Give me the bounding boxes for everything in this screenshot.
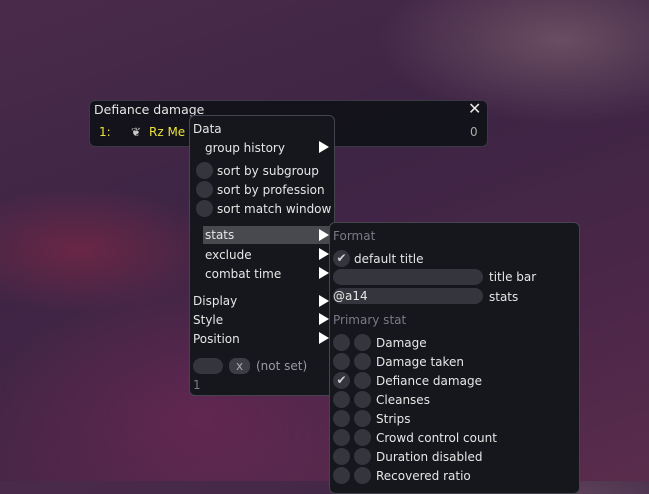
primary-stat-checkbox[interactable] [333,448,350,465]
secondary-stat-checkbox[interactable] [354,410,371,427]
stat-label: Crowd control count [376,431,497,445]
primary-stat-checkbox[interactable] [333,334,350,351]
menu-item-stats[interactable]: stats [203,226,331,244]
data-header: Data [193,122,222,136]
stat-label: Defiance damage [376,374,482,388]
stat-label: Cleanses [376,393,430,407]
key-input[interactable] [193,358,223,374]
row-rank: 1: [99,125,111,139]
primary-stat-header: Primary stat [333,313,407,327]
stat-label: Damage taken [376,355,465,369]
stat-label: Damage [376,336,427,350]
default-title-checkbox[interactable]: ✔ [333,250,350,267]
menu-item-group-history[interactable]: group history [205,140,285,156]
primary-stat-checkbox[interactable] [333,391,350,408]
default-title-label: default title [354,252,424,266]
context-menu: Data group history sort by subgroup sort… [189,115,335,396]
profession-icon: ❦ [131,125,142,139]
title-bar-input[interactable] [333,269,483,285]
secondary-stat-checkbox[interactable] [354,429,371,446]
menu-item-style[interactable]: Style [193,312,223,328]
sort-subgroup-label: sort by subgroup [217,164,319,178]
secondary-stat-checkbox[interactable] [354,467,371,484]
submenu-arrow-icon [319,229,329,241]
sort-profession-checkbox[interactable] [196,181,213,198]
format-header: Format [333,229,376,243]
index-label: 1 [193,378,201,392]
secondary-stat-checkbox[interactable] [354,334,371,351]
window-title: Defiance damage [94,102,205,117]
submenu-arrow-icon [319,332,329,344]
close-icon[interactable]: ✕ [468,101,481,117]
sort-match-window-checkbox[interactable] [196,200,213,217]
primary-stat-checkbox[interactable] [333,467,350,484]
submenu-arrow-icon [319,248,329,260]
submenu-arrow-icon [319,141,329,153]
row-value: 0 [470,125,478,139]
title-bar-label: title bar [489,270,537,284]
stats-submenu: Format ✔ default title title bar @a14 st… [329,222,580,494]
menu-item-display[interactable]: Display [193,293,237,309]
secondary-stat-checkbox[interactable] [354,448,371,465]
menu-item-position[interactable]: Position [193,331,240,347]
secondary-stat-checkbox[interactable] [354,372,371,389]
clear-button[interactable]: x [229,358,250,374]
sort-match-window-label: sort match window [217,202,332,216]
primary-stat-checkbox[interactable] [333,410,350,427]
menu-item-combat-time[interactable]: combat time [205,266,281,282]
stats-format-label: stats [489,290,519,304]
row-name[interactable]: Rz Me [149,124,185,140]
secondary-stat-checkbox[interactable] [354,353,371,370]
sort-subgroup-checkbox[interactable] [196,162,213,179]
menu-item-exclude[interactable]: exclude [205,247,252,263]
stats-format-input[interactable]: @a14 [333,288,483,304]
primary-stat-checkbox[interactable] [333,353,350,370]
secondary-stat-checkbox[interactable] [354,391,371,408]
sort-profession-label: sort by profession [217,183,325,197]
primary-stat-checkbox[interactable]: ✔ [333,372,350,389]
menu-item-stats-label: stats [205,228,235,242]
stat-label: Recovered ratio [376,469,471,483]
not-set-label: (not set) [256,359,308,373]
submenu-arrow-icon [319,295,329,307]
stats-format-value: @a14 [333,289,368,303]
submenu-arrow-icon [319,267,329,279]
stat-label: Duration disabled [376,450,483,464]
submenu-arrow-icon [319,313,329,325]
primary-stat-checkbox[interactable] [333,429,350,446]
stat-label: Strips [376,412,411,426]
